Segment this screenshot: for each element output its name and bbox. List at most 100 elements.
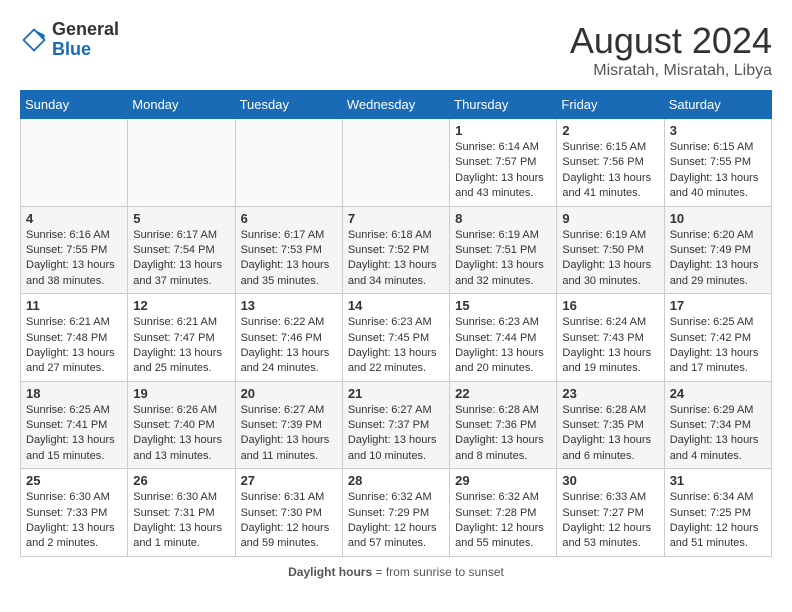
calendar-day-cell: 15 Sunrise: 6:23 AM Sunset: 7:44 PM Dayli… [450, 294, 557, 382]
day-info: Sunrise: 6:30 AM Sunset: 7:33 PM Dayligh… [26, 490, 122, 552]
calendar-day-cell: 24 Sunrise: 6:29 AM Sunset: 7:34 PM Dayli… [664, 381, 771, 469]
calendar-day-header: Saturday [664, 91, 771, 119]
calendar-day-cell: 22 Sunrise: 6:28 AM Sunset: 7:36 PM Dayli… [450, 381, 557, 469]
calendar-day-cell: 18 Sunrise: 6:25 AM Sunset: 7:41 PM Dayli… [21, 381, 128, 469]
logo-general-text: General [52, 20, 119, 40]
day-info: Sunrise: 6:23 AM Sunset: 7:44 PM Dayligh… [455, 315, 551, 377]
calendar-day-cell: 31 Sunrise: 6:34 AM Sunset: 7:25 PM Dayli… [664, 469, 771, 557]
day-info: Sunrise: 6:33 AM Sunset: 7:27 PM Dayligh… [562, 490, 658, 552]
day-number: 11 [26, 298, 122, 313]
day-number: 17 [670, 298, 766, 313]
day-number: 5 [133, 211, 229, 226]
calendar-week-row: 1 Sunrise: 6:14 AM Sunset: 7:57 PM Daylig… [21, 119, 772, 207]
calendar-day-header: Monday [128, 91, 235, 119]
calendar-day-cell: 2Sunrise: 6:15 AM Sunset: 7:56 PM Daylig… [557, 119, 664, 207]
calendar-week-row: 18 Sunrise: 6:25 AM Sunset: 7:41 PM Dayli… [21, 381, 772, 469]
calendar-day-cell [342, 119, 449, 207]
day-info: Sunrise: 6:29 AM Sunset: 7:34 PM Dayligh… [670, 403, 766, 465]
day-info: Sunrise: 6:16 AM Sunset: 7:55 PM Dayligh… [26, 228, 122, 290]
day-info: Sunrise: 6:28 AM Sunset: 7:36 PM Dayligh… [455, 403, 551, 465]
calendar-week-row: 11 Sunrise: 6:21 AM Sunset: 7:48 PM Dayli… [21, 294, 772, 382]
calendar-day-cell [21, 119, 128, 207]
day-info: Sunrise: 6:19 AM Sunset: 7:51 PM Dayligh… [455, 228, 551, 290]
day-info: Sunrise: 6:31 AM Sunset: 7:30 PM Dayligh… [241, 490, 337, 552]
calendar-day-cell: 26 Sunrise: 6:30 AM Sunset: 7:31 PM Dayli… [128, 469, 235, 557]
calendar-day-cell: 3Sunrise: 6:15 AM Sunset: 7:55 PM Daylig… [664, 119, 771, 207]
calendar-day-cell: 20 Sunrise: 6:27 AM Sunset: 7:39 PM Dayli… [235, 381, 342, 469]
day-number: 19 [133, 386, 229, 401]
day-number: 10 [670, 211, 766, 226]
day-number: 21 [348, 386, 444, 401]
calendar-table: SundayMondayTuesdayWednesdayThursdayFrid… [20, 90, 772, 557]
calendar-day-cell: 4Sunrise: 6:16 AM Sunset: 7:55 PM Daylig… [21, 206, 128, 294]
calendar-day-header: Tuesday [235, 91, 342, 119]
day-number: 30 [562, 473, 658, 488]
calendar-day-cell: 29 Sunrise: 6:32 AM Sunset: 7:28 PM Dayli… [450, 469, 557, 557]
day-number: 16 [562, 298, 658, 313]
day-number: 31 [670, 473, 766, 488]
day-number: 28 [348, 473, 444, 488]
day-info: Sunrise: 6:25 AM Sunset: 7:41 PM Dayligh… [26, 403, 122, 465]
calendar-day-cell: 19 Sunrise: 6:26 AM Sunset: 7:40 PM Dayli… [128, 381, 235, 469]
day-number: 18 [26, 386, 122, 401]
day-number: 1 [455, 123, 551, 138]
day-info: Sunrise: 6:27 AM Sunset: 7:39 PM Dayligh… [241, 403, 337, 465]
calendar-day-cell: 17 Sunrise: 6:25 AM Sunset: 7:42 PM Dayli… [664, 294, 771, 382]
logo-blue-text: Blue [52, 40, 119, 60]
day-number: 23 [562, 386, 658, 401]
day-info: Sunrise: 6:28 AM Sunset: 7:35 PM Dayligh… [562, 403, 658, 465]
day-number: 13 [241, 298, 337, 313]
day-number: 26 [133, 473, 229, 488]
day-info: Sunrise: 6:26 AM Sunset: 7:40 PM Dayligh… [133, 403, 229, 465]
day-number: 20 [241, 386, 337, 401]
calendar-day-header: Sunday [21, 91, 128, 119]
calendar-day-cell: 6 Sunrise: 6:17 AM Sunset: 7:53 PM Daylig… [235, 206, 342, 294]
day-number: 8 [455, 211, 551, 226]
day-info: Sunrise: 6:32 AM Sunset: 7:28 PM Dayligh… [455, 490, 551, 552]
calendar-day-cell: 10 Sunrise: 6:20 AM Sunset: 7:49 PM Dayli… [664, 206, 771, 294]
day-number: 15 [455, 298, 551, 313]
footer-note: Daylight hours = from sunrise to sunset [20, 565, 772, 579]
day-info: Sunrise: 6:24 AM Sunset: 7:43 PM Dayligh… [562, 315, 658, 377]
calendar-day-cell: 9Sunrise: 6:19 AM Sunset: 7:50 PM Daylig… [557, 206, 664, 294]
day-number: 3 [670, 123, 766, 138]
location-subtitle: Misratah, Misratah, Libya [570, 62, 772, 80]
calendar-day-cell [128, 119, 235, 207]
day-number: 24 [670, 386, 766, 401]
calendar-week-row: 25 Sunrise: 6:30 AM Sunset: 7:33 PM Dayli… [21, 469, 772, 557]
title-section: August 2024 Misratah, Misratah, Libya [570, 20, 772, 80]
calendar-header-row: SundayMondayTuesdayWednesdayThursdayFrid… [21, 91, 772, 119]
calendar-day-cell: 28Sunrise: 6:32 AM Sunset: 7:29 PM Dayli… [342, 469, 449, 557]
day-info: Sunrise: 6:19 AM Sunset: 7:50 PM Dayligh… [562, 228, 658, 290]
calendar-day-cell: 12Sunrise: 6:21 AM Sunset: 7:47 PM Dayli… [128, 294, 235, 382]
day-info: Sunrise: 6:30 AM Sunset: 7:31 PM Dayligh… [133, 490, 229, 552]
calendar-day-cell: 1 Sunrise: 6:14 AM Sunset: 7:57 PM Daylig… [450, 119, 557, 207]
day-number: 29 [455, 473, 551, 488]
day-info: Sunrise: 6:17 AM Sunset: 7:54 PM Dayligh… [133, 228, 229, 290]
day-info: Sunrise: 6:23 AM Sunset: 7:45 PM Dayligh… [348, 315, 444, 377]
calendar-day-header: Thursday [450, 91, 557, 119]
day-number: 6 [241, 211, 337, 226]
calendar-day-cell: 23 Sunrise: 6:28 AM Sunset: 7:35 PM Dayli… [557, 381, 664, 469]
day-info: Sunrise: 6:21 AM Sunset: 7:48 PM Dayligh… [26, 315, 122, 377]
logo-icon [20, 26, 48, 54]
day-info: Sunrise: 6:34 AM Sunset: 7:25 PM Dayligh… [670, 490, 766, 552]
page-header: General Blue August 2024 Misratah, Misra… [20, 20, 772, 80]
calendar-day-cell [235, 119, 342, 207]
day-info: Sunrise: 6:14 AM Sunset: 7:57 PM Dayligh… [455, 140, 551, 202]
day-number: 2 [562, 123, 658, 138]
day-number: 25 [26, 473, 122, 488]
calendar-day-header: Wednesday [342, 91, 449, 119]
day-number: 22 [455, 386, 551, 401]
day-info: Sunrise: 6:25 AM Sunset: 7:42 PM Dayligh… [670, 315, 766, 377]
day-info: Sunrise: 6:17 AM Sunset: 7:53 PM Dayligh… [241, 228, 337, 290]
calendar-day-cell: 21 Sunrise: 6:27 AM Sunset: 7:37 PM Dayli… [342, 381, 449, 469]
day-info: Sunrise: 6:22 AM Sunset: 7:46 PM Dayligh… [241, 315, 337, 377]
day-info: Sunrise: 6:20 AM Sunset: 7:49 PM Dayligh… [670, 228, 766, 290]
day-number: 14 [348, 298, 444, 313]
day-info: Sunrise: 6:27 AM Sunset: 7:37 PM Dayligh… [348, 403, 444, 465]
day-number: 12 [133, 298, 229, 313]
calendar-day-cell: 5 Sunrise: 6:17 AM Sunset: 7:54 PM Daylig… [128, 206, 235, 294]
calendar-day-cell: 14 Sunrise: 6:23 AM Sunset: 7:45 PM Dayli… [342, 294, 449, 382]
calendar-day-header: Friday [557, 91, 664, 119]
